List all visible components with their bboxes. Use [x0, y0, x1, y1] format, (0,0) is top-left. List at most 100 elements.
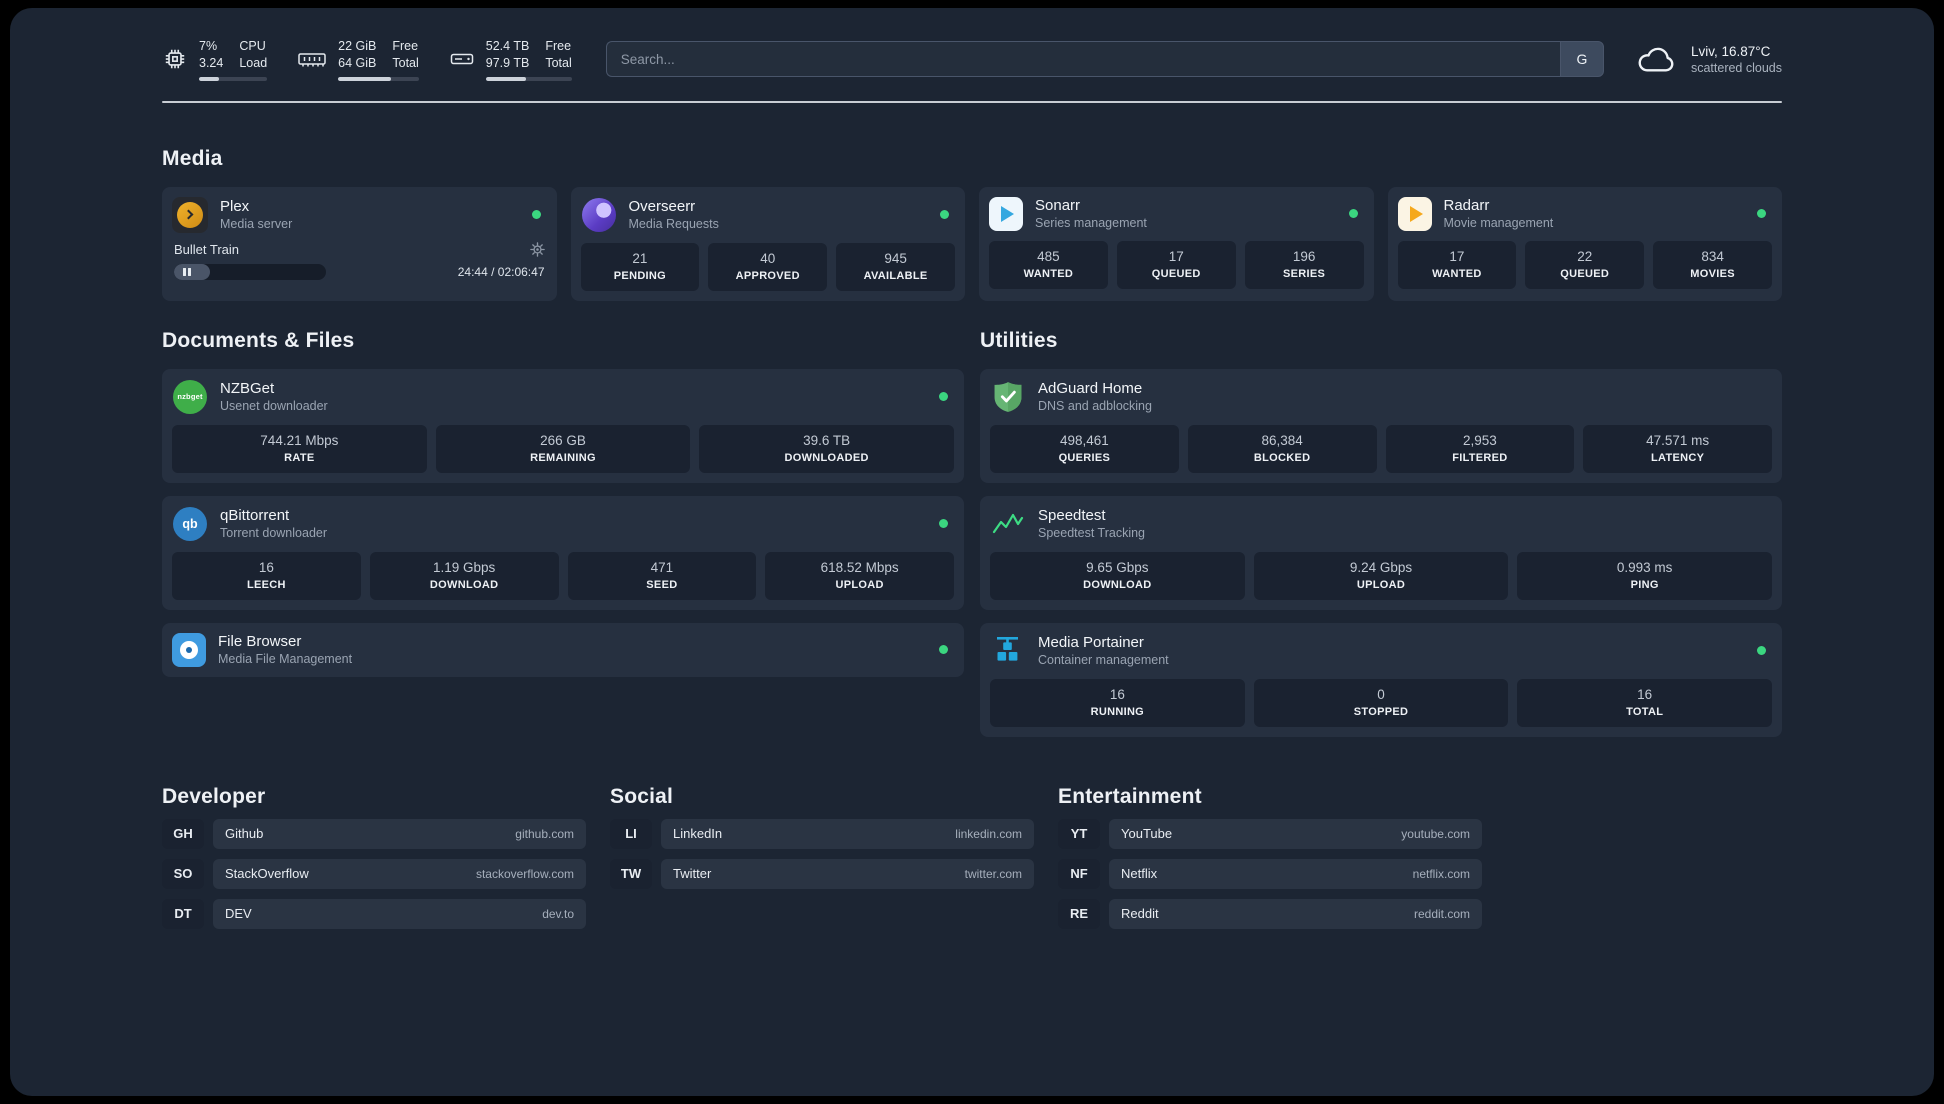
- stat-tile: 1.19 Gbps DOWNLOAD: [369, 551, 559, 600]
- nzbget-icon: nzbget: [173, 379, 207, 414]
- stat-value: 86,384: [1261, 432, 1303, 448]
- app-desc: Series management: [1035, 216, 1147, 231]
- app-desc: Container management: [1038, 653, 1169, 668]
- disk-icon: [450, 54, 474, 65]
- bookmark-link-reddit[interactable]: Reddit reddit.com: [1109, 898, 1482, 929]
- stat-value: 834: [1701, 248, 1724, 264]
- stat-label: AVAILABLE: [863, 269, 928, 282]
- app-name: NZBGet: [220, 380, 275, 398]
- app-card-plex[interactable]: Plex Media server Bullet Train 24:44 / 0…: [162, 186, 557, 301]
- stat-value: 17: [1168, 248, 1184, 264]
- stat-tile: 40 APPROVED: [708, 242, 828, 291]
- stat-tile: 945 AVAILABLE: [836, 242, 955, 291]
- status-dot: [939, 645, 948, 655]
- bookmark-abbr: SO: [162, 858, 204, 889]
- gear-icon[interactable]: [529, 241, 545, 257]
- ram-free-label: Free: [392, 39, 419, 53]
- app-desc: Speedtest Tracking: [1038, 526, 1146, 541]
- section-title-entertainment: Entertainment: [1058, 784, 1202, 808]
- bookmark-abbr: LI: [610, 818, 652, 849]
- bookmark-link-netflix[interactable]: Netflix netflix.com: [1109, 858, 1482, 889]
- bookmark-link-dev[interactable]: DEV dev.to: [213, 898, 586, 929]
- bookmark-link-github[interactable]: Github github.com: [213, 818, 586, 849]
- stat-label: DOWNLOAD: [429, 578, 499, 591]
- stat-value: 196: [1292, 248, 1316, 264]
- disk-total-label: Total: [545, 55, 572, 70]
- app-desc: Media Requests: [628, 217, 719, 232]
- bookmark-url: github.com: [515, 826, 574, 841]
- cpu-progress-fill: [199, 76, 220, 81]
- bookmark-url: linkedin.com: [955, 826, 1022, 841]
- stat-label: PENDING: [613, 269, 667, 282]
- ram-free-value: 22 GiB: [338, 39, 377, 53]
- app-card-overseerr[interactable]: Overseerr Media Requests 21 PENDING 40 A…: [570, 186, 965, 301]
- cpu-chip-icon: [165, 50, 185, 69]
- stat-tile: 22 QUEUED: [1525, 240, 1645, 289]
- stat-value: 1.19 Gbps: [432, 559, 496, 575]
- bookmark-link-stackoverflow[interactable]: StackOverflow stackoverflow.com: [213, 858, 586, 889]
- stat-label: SERIES: [1283, 267, 1326, 280]
- search-engine-button[interactable]: G: [1559, 41, 1604, 78]
- overseerr-icon-wrap: [581, 197, 617, 233]
- section-title-documents: Documents & Files: [162, 328, 355, 352]
- disk-free-label: Free: [545, 39, 572, 53]
- app-name: Speedtest: [1038, 507, 1106, 525]
- status-dot: [1757, 209, 1766, 219]
- app-name: Sonarr: [1035, 197, 1081, 215]
- stat-value: 266 GB: [540, 432, 586, 448]
- cpu-load-value: 3.24: [199, 55, 224, 70]
- stat-tile: 16 RUNNING: [990, 678, 1245, 727]
- app-card-adguard[interactable]: AdGuard Home DNS and adblocking 498,461 …: [980, 368, 1782, 483]
- app-name: Plex: [220, 198, 250, 216]
- pause-icon[interactable]: [183, 267, 191, 276]
- bookmark-group-entertainment: Entertainment YT YouTube youtube.com NF …: [1058, 785, 1482, 929]
- weather-widget[interactable]: Lviv, 16.87°C scattered clouds: [1634, 43, 1782, 75]
- bookmark-name: Reddit: [1121, 906, 1159, 922]
- stat-value: 9.65 Gbps: [1086, 559, 1149, 575]
- stat-label: QUEUED: [1151, 267, 1201, 280]
- adguard-shield-icon: [994, 381, 1022, 412]
- stat-label: BLOCKED: [1253, 451, 1311, 464]
- stat-tile: 16 LEECH: [172, 551, 361, 600]
- app-card-portainer[interactable]: Media Portainer Container management 16 …: [980, 622, 1782, 737]
- stat-tile: 744.21 Mbps RATE: [172, 424, 427, 473]
- stat-label: SEED: [646, 578, 678, 591]
- bookmark-name: Github: [225, 826, 264, 842]
- app-card-filebrowser[interactable]: File Browser Media File Management: [162, 622, 964, 677]
- playback-time: 24:44 / 02:06:47: [457, 264, 545, 279]
- bookmark-row: NF Netflix netflix.com: [1058, 858, 1482, 889]
- ram-total-value: 64 GiB: [338, 55, 377, 70]
- portainer-icon-wrap: [990, 633, 1026, 669]
- bookmark-link-twitter[interactable]: Twitter twitter.com: [661, 858, 1034, 889]
- bookmark-name: DEV: [225, 906, 252, 922]
- app-desc: DNS and adblocking: [1038, 399, 1152, 414]
- bookmark-link-linkedin[interactable]: LinkedIn linkedin.com: [661, 818, 1034, 849]
- stat-value: 47.571 ms: [1646, 432, 1710, 448]
- ram-progress-bar: [338, 76, 419, 81]
- app-card-radarr[interactable]: Radarr Movie management 17 WANTED 22 QUE…: [1387, 186, 1782, 301]
- bookmark-name: Netflix: [1121, 866, 1158, 882]
- stat-tile: 196 SERIES: [1244, 240, 1364, 289]
- stat-value: 22: [1577, 248, 1593, 264]
- app-card-nzbget[interactable]: nzbget NZBGet Usenet downloader 744.21 M…: [162, 368, 964, 483]
- bookmark-link-youtube[interactable]: YouTube youtube.com: [1109, 818, 1482, 849]
- search-input[interactable]: [605, 41, 1560, 78]
- stat-label: PING: [1630, 578, 1659, 591]
- stat-label: DOWNLOAD: [1083, 578, 1152, 591]
- bookmark-url: dev.to: [542, 906, 574, 921]
- bookmark-abbr: GH: [162, 818, 204, 849]
- bookmark-url: youtube.com: [1401, 826, 1470, 841]
- stat-label: TOTAL: [1626, 705, 1664, 718]
- app-card-sonarr[interactable]: Sonarr Series management 485 WANTED 17 Q…: [979, 186, 1374, 301]
- weather-location: Lviv, 16.87°C: [1690, 43, 1771, 59]
- weather-condition: scattered clouds: [1690, 60, 1782, 75]
- stat-tile: 9.24 Gbps UPLOAD: [1253, 551, 1509, 600]
- playback-progress-bar[interactable]: [174, 263, 326, 280]
- bookmark-url: reddit.com: [1413, 906, 1470, 921]
- app-card-speedtest[interactable]: Speedtest Speedtest Tracking 9.65 Gbps D…: [980, 495, 1782, 610]
- status-dot: [1757, 646, 1766, 656]
- now-playing-title: Bullet Train: [174, 241, 240, 257]
- app-card-qbittorrent[interactable]: qb qBittorrent Torrent downloader 16 LEE…: [162, 495, 964, 610]
- stat-label: DOWNLOADED: [784, 451, 869, 464]
- status-dot: [939, 519, 948, 529]
